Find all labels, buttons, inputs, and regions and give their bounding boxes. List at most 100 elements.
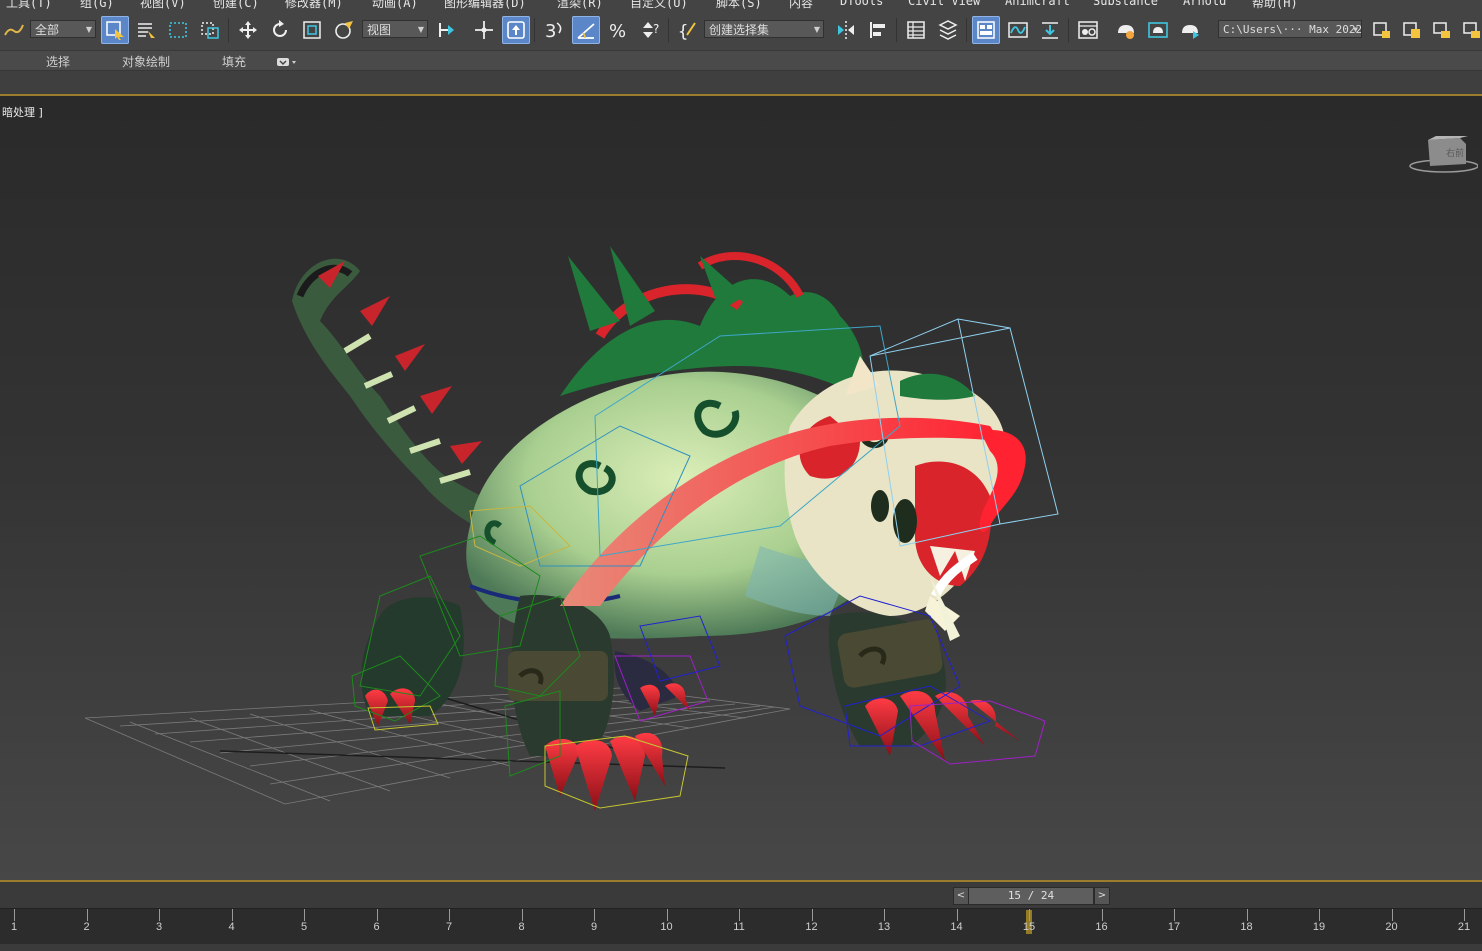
- pivot-center-icon[interactable]: [433, 16, 461, 44]
- frame-tick-line: [86, 909, 88, 921]
- menu-item-6[interactable]: 图形编辑器(D): [444, 0, 526, 11]
- reference-coordinate-dropdown[interactable]: 视图 ▼: [362, 20, 428, 38]
- frame-tick-line: [1101, 909, 1103, 921]
- menu-item-14[interactable]: Substance: [1093, 0, 1158, 8]
- frame-tick-label: 15: [1022, 921, 1036, 933]
- rectangular-selection-button[interactable]: [164, 16, 192, 44]
- rotate-icon[interactable]: [266, 16, 294, 44]
- toolbar-separator: [966, 18, 967, 42]
- menu-item-1[interactable]: 组(G): [80, 0, 114, 11]
- undo-wave-icon[interactable]: [0, 16, 28, 44]
- frame-tick-line: [14, 909, 15, 921]
- angle-snap-toggle-button[interactable]: [572, 16, 600, 44]
- align-icon[interactable]: [864, 16, 892, 44]
- frame-tick-label: 11: [733, 921, 745, 933]
- chevron-down-icon: ▼: [1353, 25, 1358, 34]
- material-editor-icon[interactable]: [1074, 16, 1102, 44]
- menu-item-3[interactable]: 创建(C): [213, 0, 259, 11]
- menu-item-13[interactable]: Animcraft: [1005, 0, 1070, 8]
- menu-item-4[interactable]: 修改器(M): [285, 0, 343, 11]
- frame-tick-label: 21: [1457, 921, 1471, 933]
- project-folder-dropdown[interactable]: C:\Users\··· Max 2022 ▼: [1218, 20, 1362, 38]
- toggle-ribbon-button[interactable]: [972, 16, 1000, 44]
- menu-item-11[interactable]: DTools: [840, 0, 883, 8]
- window-crossing-button[interactable]: [196, 16, 224, 44]
- render-production-icon[interactable]: [1176, 16, 1204, 44]
- track-bar[interactable]: 1 2 3 4 5 6 7 8 9 10 11 12 13 14 15 16 17 18 19 20 21: [0, 908, 1482, 945]
- menu-item-10[interactable]: 内容: [789, 0, 813, 11]
- named-selection-set-value: 创建选择集: [709, 23, 770, 37]
- spinner-snap-icon[interactable]: ?: [636, 16, 664, 44]
- frame-tick-line: [956, 909, 958, 921]
- chevron-down-icon: ▼: [813, 25, 820, 34]
- toolbar-separator: [668, 18, 669, 42]
- project-folder-settings-icon[interactable]: [1458, 16, 1482, 44]
- place-object-icon[interactable]: [330, 16, 358, 44]
- rendered-frame-window-icon[interactable]: [1144, 16, 1172, 44]
- frame-tick-label: 5: [300, 921, 308, 933]
- viewcube-face-label: 右前: [1446, 147, 1464, 159]
- viewcube[interactable]: 右前: [1408, 132, 1479, 176]
- menu-item-7[interactable]: 渲染(R): [557, 0, 603, 11]
- percent-snap-icon[interactable]: %: [604, 16, 632, 44]
- menu-item-12[interactable]: Civil View: [908, 0, 980, 8]
- scale-icon[interactable]: [298, 16, 326, 44]
- select-manipulate-icon[interactable]: [470, 16, 498, 44]
- frame-tick-label: 7: [445, 921, 453, 933]
- ribbon-tab-object-paint[interactable]: 对象绘制: [122, 53, 170, 70]
- ribbon-options-icon[interactable]: [276, 54, 298, 67]
- svg-text:3: 3: [545, 21, 556, 41]
- dope-sheet-icon[interactable]: [1036, 16, 1064, 44]
- select-object-button[interactable]: [101, 16, 129, 44]
- mirror-icon[interactable]: [832, 16, 860, 44]
- layer-explorer-icon[interactable]: [934, 16, 962, 44]
- render-setup-icon[interactable]: [1112, 16, 1140, 44]
- frame-tick-line: [884, 909, 885, 921]
- move-icon[interactable]: [234, 16, 262, 44]
- perspective-viewport[interactable]: 暗处理 ] 右前: [0, 96, 1482, 880]
- scene-render: [84, 246, 1059, 811]
- menu-item-8[interactable]: 自定义(U): [630, 0, 688, 11]
- project-path-value: C:\Users\··· Max 2022: [1223, 23, 1362, 36]
- menu-item-2[interactable]: 视图(V): [140, 0, 186, 11]
- main-toolbar: 全部 ▼ 视图 ▼ 3 % ? {创建选择集 ▼ C:\Users\··· M…: [0, 12, 1482, 51]
- frame-tick-label: 17: [1167, 921, 1181, 933]
- select-by-name-button[interactable]: [132, 16, 160, 44]
- ribbon-tab-populate[interactable]: 填充: [222, 53, 246, 70]
- svg-text:{: {: [678, 22, 688, 41]
- toolbar-separator: [534, 18, 535, 42]
- keyboard-shortcut-toggle-button[interactable]: [502, 16, 530, 44]
- viewport-shading-label[interactable]: 暗处理 ]: [2, 104, 43, 120]
- edit-named-selection-icon[interactable]: {: [674, 16, 702, 44]
- project-folder-new-icon[interactable]: [1428, 16, 1456, 44]
- toolbar-separator: [1068, 18, 1069, 42]
- frame-tick-line: [449, 909, 450, 921]
- next-frame-button[interactable]: >: [1094, 887, 1110, 905]
- snaps-toggle-icon[interactable]: 3: [540, 16, 568, 44]
- ribbon-tab-selection[interactable]: 选择: [46, 53, 70, 70]
- menu-item-15[interactable]: Arnold: [1183, 0, 1226, 8]
- frame-tick-label: 14: [950, 921, 963, 933]
- project-folder-open-icon[interactable]: [1398, 16, 1426, 44]
- scene-explorer-icon[interactable]: [902, 16, 930, 44]
- frame-tick-line: [159, 909, 160, 921]
- named-selection-set-dropdown[interactable]: 创建选择集 ▼: [704, 20, 824, 38]
- time-slider-bar: < 15 / 24 >: [0, 882, 1482, 908]
- menu-item-5[interactable]: 动画(A): [372, 0, 418, 11]
- curve-editor-icon[interactable]: [1004, 16, 1032, 44]
- selection-filter-dropdown[interactable]: 全部 ▼: [30, 20, 96, 38]
- frame-tick-label: 3: [155, 921, 163, 933]
- set-project-folder-icon[interactable]: [1368, 16, 1396, 44]
- frame-tick-line: [376, 909, 378, 921]
- toolbar-separator: [896, 18, 897, 42]
- previous-frame-button[interactable]: <: [953, 887, 969, 905]
- frame-tick-line: [1319, 909, 1320, 921]
- frame-tick-label: 18: [1240, 921, 1253, 933]
- frame-tick-label: 8: [518, 921, 525, 933]
- svg-text:?: ?: [653, 22, 659, 36]
- menu-item-0[interactable]: 工具(T): [6, 0, 52, 11]
- menu-item-9[interactable]: 脚本(S): [716, 0, 762, 11]
- menu-item-16[interactable]: 帮助(H): [1252, 0, 1298, 11]
- frame-tick-line: [1246, 909, 1248, 921]
- time-slider-thumb[interactable]: 15 / 24: [968, 887, 1094, 905]
